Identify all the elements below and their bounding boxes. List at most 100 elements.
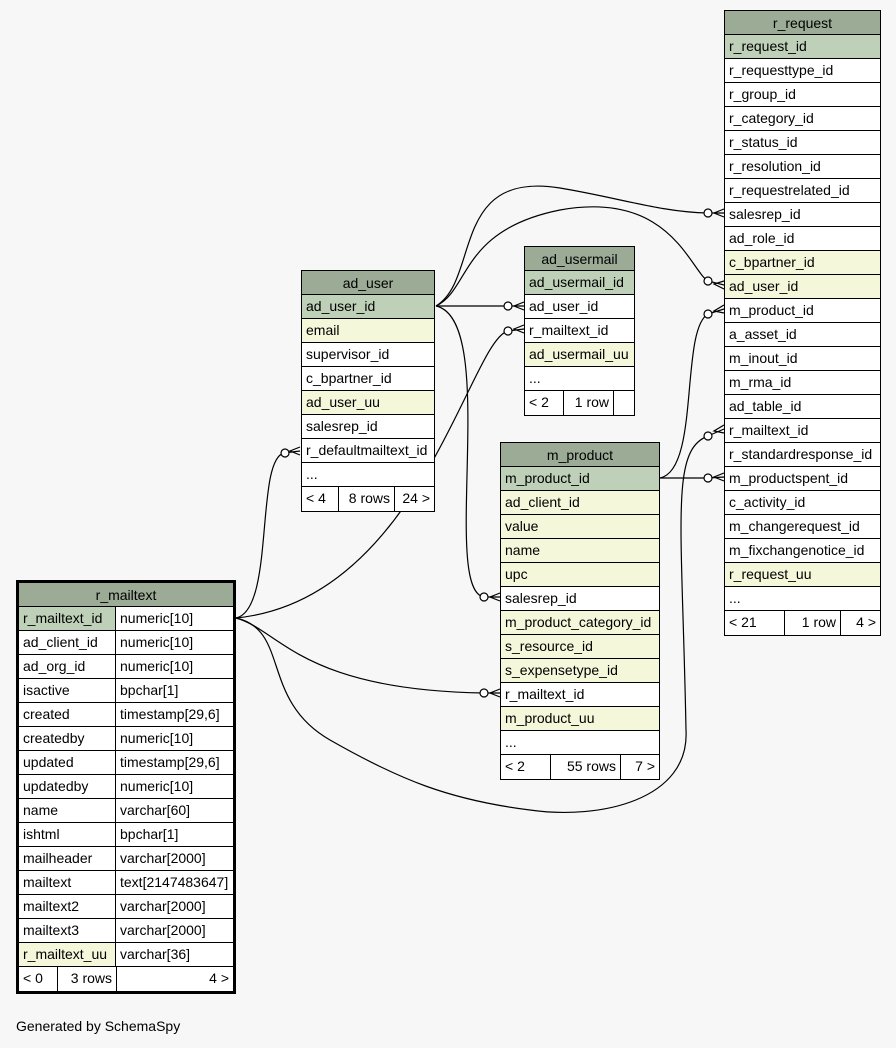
column-name: m_productspent_id xyxy=(729,470,849,486)
column-row: ... xyxy=(501,731,659,755)
table-rows: r_mailtext_id numeric[10] ad_client_id nume… xyxy=(19,607,233,967)
column-name: upc xyxy=(505,566,528,582)
column-row: ... xyxy=(725,587,880,611)
column-type: bpchar[1] xyxy=(116,823,233,846)
column-row: r_status_id xyxy=(725,131,880,155)
column-name: m_fixchangenotice_id xyxy=(729,542,865,558)
column-name: name xyxy=(19,799,116,822)
column-name: c_activity_id xyxy=(729,494,806,510)
column-row: m_rma_id xyxy=(725,371,880,395)
column-name: ishtml xyxy=(19,823,116,846)
column-name: mailheader xyxy=(19,847,116,870)
column-name: r_group_id xyxy=(729,86,796,102)
column-row: ad_user_uu xyxy=(302,391,434,415)
footer-rowcount: 55 rows xyxy=(550,755,620,779)
column-name: ad_client_id xyxy=(505,494,580,510)
column-row: ad_client_id xyxy=(501,491,659,515)
column-row: r_standardresponse_id xyxy=(725,443,880,467)
rel-product-mailtext xyxy=(235,617,500,694)
column-row: ad_usermail_uu xyxy=(525,343,634,367)
column-name: m_product_id xyxy=(729,302,814,318)
column-name: ad_usermail_uu xyxy=(529,346,629,362)
column-name: mailtext3 xyxy=(19,919,116,942)
column-type: numeric[10] xyxy=(116,775,233,798)
table-r-request: r_request r_request_id r_requesttype_id r_… xyxy=(724,10,881,636)
column-name: r_mailtext_id xyxy=(505,686,585,702)
column-row: r_mailtext_id numeric[10] xyxy=(19,607,233,631)
footer-parents: < 2 xyxy=(529,394,549,410)
column-name: s_expensetype_id xyxy=(505,662,618,678)
footer-children: 24 > xyxy=(394,487,434,511)
column-name: m_changerequest_id xyxy=(729,518,860,534)
column-row: mailheader varchar[2000] xyxy=(19,847,233,871)
footer-parents: < 4 xyxy=(306,490,326,506)
footer-parents: < 21 xyxy=(729,614,757,630)
column-row: m_product_id xyxy=(725,299,880,323)
column-row: m_product_category_id xyxy=(501,611,659,635)
column-row: salesrep_id xyxy=(302,415,434,439)
column-name: m_product_uu xyxy=(505,710,595,726)
column-row: ad_user_id xyxy=(525,295,634,319)
column-row: a_asset_id xyxy=(725,323,880,347)
column-name: value xyxy=(505,518,539,534)
column-name: r_status_id xyxy=(729,134,798,150)
column-name: updatedby xyxy=(19,775,116,798)
column-name: ad_user_id xyxy=(529,298,599,314)
column-name: salesrep_id xyxy=(729,206,801,222)
column-row: ... xyxy=(525,367,634,391)
column-name: mailtext2 xyxy=(19,895,116,918)
table-footer: < 0 3 rows 4 > xyxy=(19,967,233,991)
column-name: ad_table_id xyxy=(729,398,802,414)
column-name: c_bpartner_id xyxy=(729,254,815,270)
column-type: varchar[2000] xyxy=(116,895,233,918)
column-name: r_requestrelated_id xyxy=(729,182,850,198)
column-type: text[2147483647] xyxy=(116,871,233,894)
column-row: m_product_uu xyxy=(501,707,659,731)
column-row: ... xyxy=(302,463,434,487)
table-r-mailtext: r_mailtext r_mailtext_id numeric[10] ad_cl… xyxy=(16,580,236,994)
table-header: r_mailtext xyxy=(19,583,233,607)
column-name: ad_usermail_id xyxy=(529,274,624,290)
column-row: r_category_id xyxy=(725,107,880,131)
column-name: supervisor_id xyxy=(306,346,390,362)
column-row: r_requesttype_id xyxy=(725,59,880,83)
table-ad-user: ad_user ad_user_idemail supervisor_id c_bp… xyxy=(301,270,435,512)
column-row: salesrep_id xyxy=(725,203,880,227)
column-row: r_mailtext_id xyxy=(525,319,634,343)
column-name: m_product_id xyxy=(505,470,590,486)
table-header: r_request xyxy=(725,11,880,35)
column-name: r_resolution_id xyxy=(729,158,821,174)
column-name: m_inout_id xyxy=(729,350,798,366)
column-row: ad_role_id xyxy=(725,227,880,251)
column-row: ad_user_id xyxy=(302,295,434,319)
column-type: varchar[2000] xyxy=(116,847,233,870)
column-name: m_rma_id xyxy=(729,374,792,390)
column-row: r_mailtext_uu varchar[36] xyxy=(19,943,233,967)
column-type: varchar[36] xyxy=(116,943,233,966)
rel-request-product xyxy=(659,308,725,479)
column-row: created timestamp[29,6] xyxy=(19,703,233,727)
footer-children: 4 > xyxy=(840,611,880,635)
column-name: c_bpartner_id xyxy=(306,370,392,386)
column-row: m_productspent_id xyxy=(725,467,880,491)
footer-rowcount: 1 row xyxy=(784,611,840,635)
column-type: numeric[10] xyxy=(116,631,233,654)
column-row: r_group_id xyxy=(725,83,880,107)
column-type: numeric[10] xyxy=(116,655,233,678)
column-row: m_changerequest_id xyxy=(725,515,880,539)
column-row: updatedby numeric[10] xyxy=(19,775,233,799)
column-name: ad_user_id xyxy=(306,298,376,314)
column-type: timestamp[29,6] xyxy=(116,751,233,774)
column-row: m_product_id xyxy=(501,467,659,491)
column-type: varchar[60] xyxy=(116,799,233,822)
column-row: name xyxy=(501,539,659,563)
column-row: value xyxy=(501,515,659,539)
column-name: createdby xyxy=(19,727,116,750)
table-header: m_product xyxy=(501,443,659,467)
column-row: mailtext text[2147483647] xyxy=(19,871,233,895)
column-row: ad_org_id numeric[10] xyxy=(19,655,233,679)
table-ad-usermail: ad_usermail ad_usermail_id ad_user_id r_ma… xyxy=(524,246,635,416)
table-header: ad_user xyxy=(302,271,434,295)
column-row: email xyxy=(302,319,434,343)
column-name: isactive xyxy=(19,679,116,702)
